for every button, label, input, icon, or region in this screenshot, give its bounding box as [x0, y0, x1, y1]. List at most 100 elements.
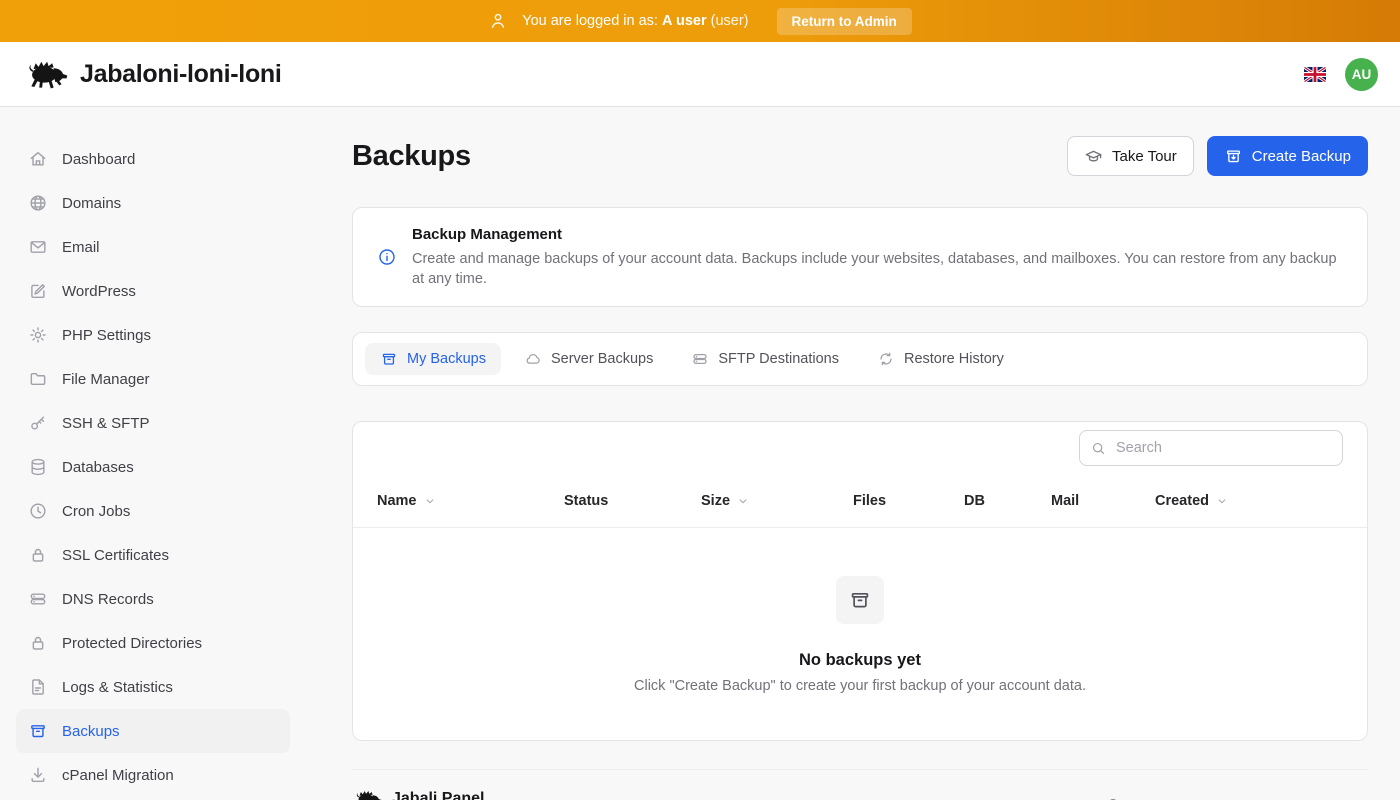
login-message-prefix: You are logged in as: [522, 13, 658, 29]
page-title: Backups [352, 140, 471, 173]
search-input[interactable] [1079, 430, 1343, 466]
document-icon [28, 677, 48, 697]
sidebar-item-label: Domains [62, 195, 121, 212]
search-box [1079, 430, 1343, 466]
edit-icon [28, 281, 48, 301]
gear-icon [28, 325, 48, 345]
footer-brand[interactable]: Jabali Panel [352, 788, 1368, 800]
sidebar-item-label: Protected Directories [62, 635, 202, 652]
sidebar-item-label: Cron Jobs [62, 503, 130, 520]
backups-tabs: My Backups Server Backups SFTP Destination… [352, 332, 1368, 386]
server-icon [691, 350, 709, 368]
take-tour-label: Take Tour [1112, 148, 1177, 165]
page-footer: Jabali Panel [352, 769, 1368, 800]
info-card-title: Backup Management [412, 225, 1343, 245]
admin-impersonation-bar: You are logged in as: A user (user) Retu… [0, 0, 1400, 42]
archive-down-icon [1224, 147, 1243, 166]
sidebar-item-label: Backups [62, 723, 120, 740]
sidebar-item-email[interactable]: Email [16, 225, 290, 269]
sidebar-item-logs-statistics[interactable]: Logs & Statistics [16, 665, 290, 709]
boar-logo-icon [22, 57, 68, 91]
tab-label: Restore History [904, 351, 1004, 367]
sidebar-item-databases[interactable]: Databases [16, 445, 290, 489]
empty-state-tile [836, 576, 884, 624]
sidebar-item-ssl-certificates[interactable]: SSL Certificates [16, 533, 290, 577]
sidebar-item-protected-directories[interactable]: Protected Directories [16, 621, 290, 665]
take-tour-button[interactable]: Take Tour [1067, 136, 1194, 176]
server-icon [28, 589, 48, 609]
column-header-status: Status [564, 493, 701, 509]
chevron-down-icon [1215, 494, 1229, 508]
sidebar-item-label: Logs & Statistics [62, 679, 173, 696]
tab-my-backups[interactable]: My Backups [365, 343, 501, 375]
sidebar-item-wordpress[interactable]: WordPress [16, 269, 290, 313]
person-icon [488, 11, 508, 31]
column-header-size[interactable]: Size [701, 493, 853, 509]
login-user-name: A user [662, 13, 707, 29]
sidebar-item-file-manager[interactable]: File Manager [16, 357, 290, 401]
column-header-name[interactable]: Name [377, 493, 564, 509]
column-header-label: Name [377, 493, 417, 509]
sidebar-item-label: File Manager [62, 371, 150, 388]
column-header-label: DB [964, 493, 985, 509]
tab-label: SFTP Destinations [718, 351, 839, 367]
create-backup-button[interactable]: Create Backup [1207, 136, 1368, 176]
boar-logo-icon [352, 788, 382, 800]
info-icon [377, 247, 397, 267]
user-avatar[interactable]: AU [1345, 58, 1378, 91]
sidebar-item-label: SSL Certificates [62, 547, 169, 564]
sidebar-item-cron-jobs[interactable]: Cron Jobs [16, 489, 290, 533]
download-icon [28, 765, 48, 785]
footer-brand-name: Jabali Panel [392, 790, 485, 800]
sidebar-item-label: DNS Records [62, 591, 154, 608]
column-header-label: Created [1155, 493, 1209, 509]
column-header-mail: Mail [1051, 493, 1155, 509]
mail-icon [28, 237, 48, 257]
home-icon [28, 149, 48, 169]
lock-icon [28, 545, 48, 565]
table-header-row: Name StatusSize Files DB Mail Created [353, 474, 1367, 528]
tab-server-backups[interactable]: Server Backups [509, 343, 668, 375]
backup-management-info-card: Backup Management Create and manage back… [352, 207, 1368, 307]
sidebar-item-domains[interactable]: Domains [16, 181, 290, 225]
archive-icon [848, 588, 872, 612]
login-message: You are logged in as: A user (user) [522, 13, 748, 29]
database-icon [28, 457, 48, 477]
sidebar-item-dns-records[interactable]: DNS Records [16, 577, 290, 621]
language-flag-icon[interactable] [1304, 67, 1326, 82]
column-header-created[interactable]: Created [1155, 493, 1343, 509]
info-card-body: Create and manage backups of your accoun… [412, 249, 1343, 289]
folder-icon [28, 369, 48, 389]
archive-icon [380, 350, 398, 368]
sidebar-item-label: Email [62, 239, 100, 256]
empty-state-title: No backups yet [353, 651, 1367, 670]
empty-state: No backups yet Click "Create Backup" to … [353, 528, 1367, 740]
sidebar-item-cpanel-migration[interactable]: cPanel Migration [16, 753, 290, 797]
return-to-admin-button[interactable]: Return to Admin [777, 8, 912, 35]
sidebar-item-dashboard[interactable]: Dashboard [16, 137, 290, 181]
sidebar-item-label: cPanel Migration [62, 767, 174, 784]
sidebar-item-php-settings[interactable]: PHP Settings [16, 313, 290, 357]
tab-label: My Backups [407, 351, 486, 367]
chevron-down-icon [423, 494, 437, 508]
key-icon [28, 413, 48, 433]
globe-icon [28, 193, 48, 213]
sidebar-item-ssh-sftp[interactable]: SSH & SFTP [16, 401, 290, 445]
tab-label: Server Backups [551, 351, 653, 367]
column-header-label: Mail [1051, 493, 1079, 509]
sidebar-item-backups[interactable]: Backups [16, 709, 290, 753]
brand[interactable]: Jabaloni-loni-loni [22, 57, 282, 91]
tab-sftp-destinations[interactable]: SFTP Destinations [676, 343, 854, 375]
tab-restore-history[interactable]: Restore History [862, 343, 1019, 375]
sidebar: Dashboard Domains Email WordPress PHP Settin… [0, 107, 306, 799]
column-header-label: Size [701, 493, 730, 509]
create-backup-label: Create Backup [1252, 148, 1351, 165]
sidebar-item-label: Databases [62, 459, 134, 476]
header-right: AU [1304, 58, 1378, 91]
lock-icon [28, 633, 48, 653]
sidebar-item-label: SSH & SFTP [62, 415, 150, 432]
empty-state-message: Click "Create Backup" to create your fir… [353, 678, 1367, 694]
sidebar-item-label: PHP Settings [62, 327, 151, 344]
column-header-db: DB [964, 493, 1051, 509]
column-header-label: Files [853, 493, 886, 509]
